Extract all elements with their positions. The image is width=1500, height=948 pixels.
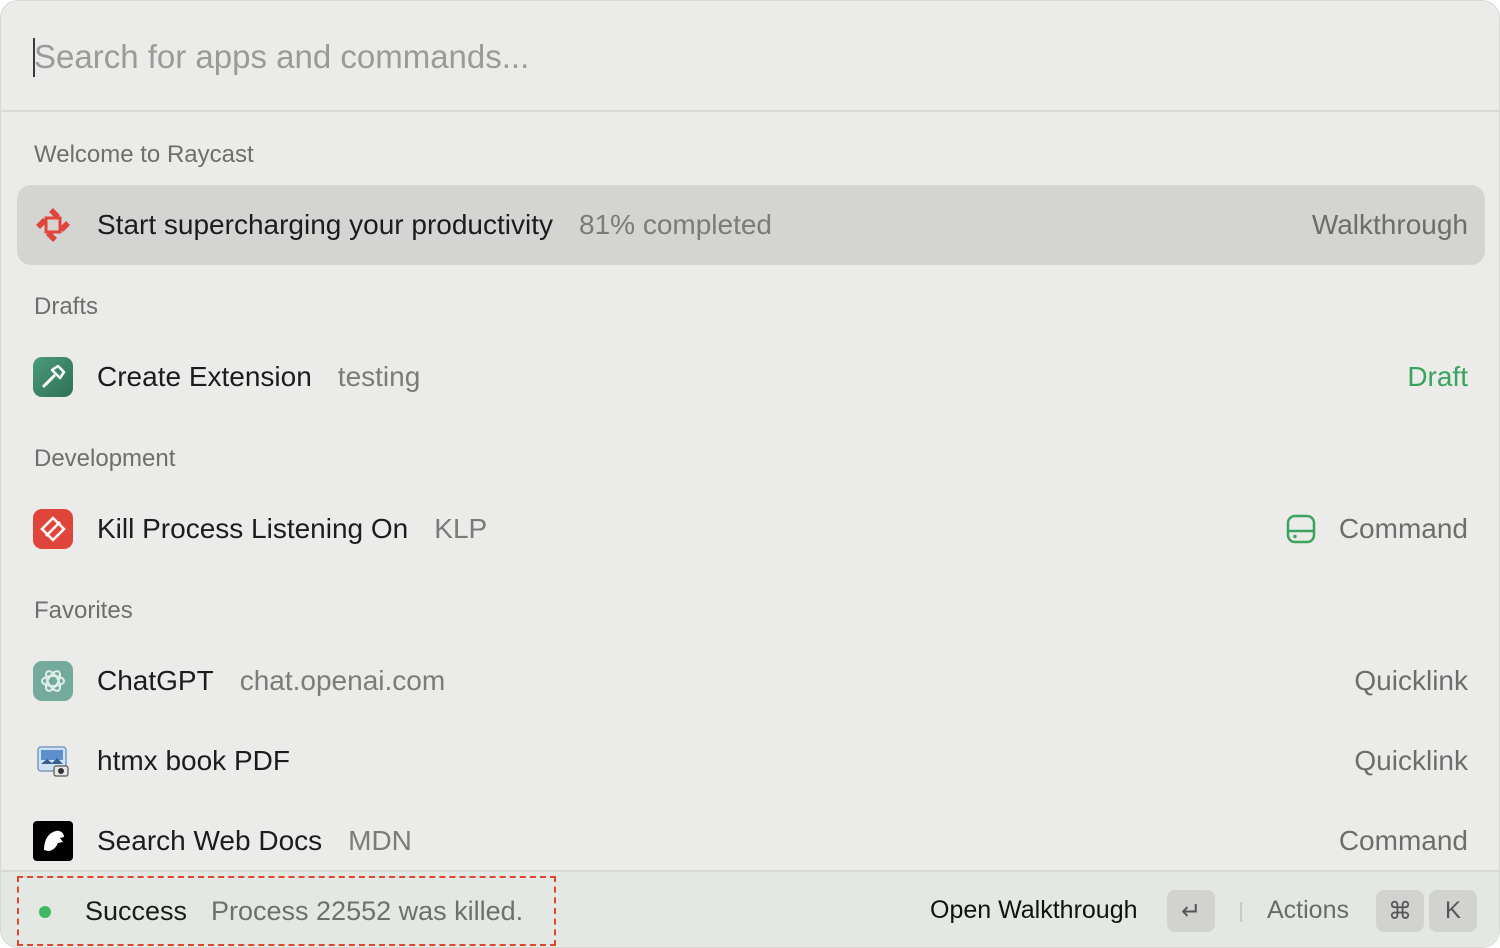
item-subtitle: MDN: [348, 825, 412, 856]
section-header-drafts: Drafts: [34, 293, 99, 320]
list-item-chatgpt[interactable]: ChatGPT chat.openai.com Quicklink: [17, 641, 1485, 721]
section-header-development: Development: [34, 445, 176, 472]
list-item-htmx-book[interactable]: htmx book PDF Quicklink: [17, 721, 1485, 801]
item-title: Kill Process Listening On: [97, 513, 409, 544]
item-title: htmx book PDF: [97, 745, 290, 776]
actions-button[interactable]: Actions: [1267, 896, 1349, 925]
open-walkthrough-button[interactable]: Open Walkthrough: [930, 896, 1138, 925]
action-bar: Success Process 22552 was killed. Open W…: [1, 870, 1499, 947]
command-key-hint: ⌘: [1376, 890, 1424, 932]
item-accessory: Quicklink: [1354, 665, 1468, 696]
mdn-icon: [33, 821, 73, 861]
preview-app-icon: [33, 741, 73, 781]
k-key-hint: K: [1429, 890, 1477, 932]
kill-process-icon: [33, 509, 73, 549]
raycast-window: Welcome to Raycast Start supercharging y…: [0, 0, 1500, 948]
list-item-create-extension[interactable]: Create Extension testing Draft: [17, 337, 1485, 417]
item-subtitle: chat.openai.com: [239, 665, 446, 696]
search-input[interactable]: [34, 29, 1434, 85]
success-dot-icon: [39, 906, 51, 918]
toast-message: Process 22552 was killed.: [211, 896, 524, 926]
item-title: ChatGPT: [97, 665, 214, 696]
raycast-logo-icon: [33, 205, 73, 245]
item-accessory: Command: [1338, 825, 1468, 856]
section-header-welcome: Welcome to Raycast: [34, 141, 254, 168]
item-subtitle: KLP: [434, 513, 488, 544]
hammer-icon: [33, 357, 73, 397]
item-subtitle: 81% completed: [579, 209, 773, 240]
search-bar: [1, 1, 1499, 112]
list-item-walkthrough[interactable]: Start supercharging your productivity 81…: [17, 185, 1485, 265]
toast-title: Success: [85, 896, 188, 926]
item-subtitle: testing: [337, 361, 421, 392]
item-title: Start supercharging your productivity: [97, 209, 553, 240]
footer-divider: [1240, 902, 1242, 922]
list-item-search-web-docs[interactable]: Search Web Docs MDN Command: [17, 801, 1485, 881]
section-header-favorites: Favorites: [34, 597, 133, 624]
list-item-kill-process[interactable]: Kill Process Listening On KLP Command: [17, 489, 1485, 569]
item-title: Search Web Docs: [97, 825, 323, 856]
item-accessory: Quicklink: [1354, 745, 1468, 776]
drive-icon: [1285, 513, 1317, 550]
item-title: Create Extension: [97, 361, 312, 392]
draft-badge: Draft: [1407, 361, 1468, 392]
item-accessory: Command: [1338, 513, 1468, 544]
chatgpt-icon: [33, 661, 73, 701]
enter-key-hint: ↵: [1167, 890, 1215, 932]
item-accessory: Walkthrough: [1311, 209, 1468, 240]
